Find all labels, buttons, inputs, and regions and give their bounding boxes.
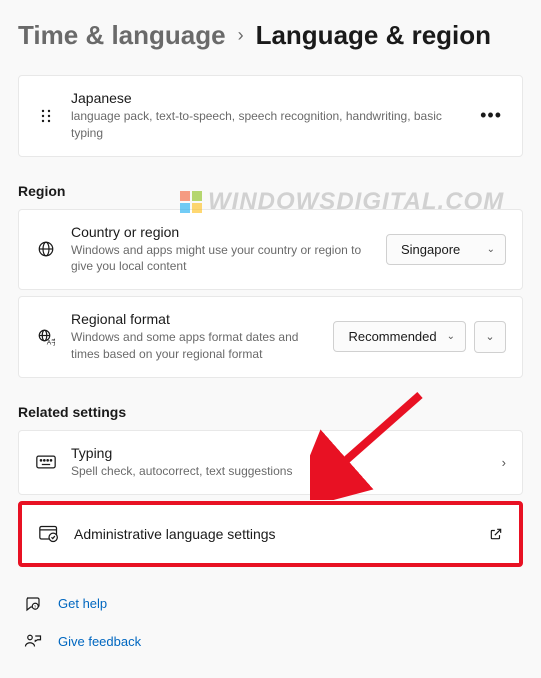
country-region-title: Country or region — [71, 224, 372, 240]
breadcrumb-current: Language & region — [256, 20, 491, 51]
breadcrumb: Time & language › Language & region — [18, 20, 523, 51]
feedback-icon — [22, 633, 44, 651]
help-icon: ? — [22, 595, 44, 613]
get-help-text: Get help — [58, 596, 107, 611]
format-select[interactable]: Recommended ⌄ — [333, 321, 466, 352]
language-item-card[interactable]: Japanese language pack, text-to-speech, … — [18, 75, 523, 157]
more-options-button[interactable]: ••• — [476, 101, 506, 130]
chevron-down-icon: ⌄ — [485, 330, 494, 343]
chevron-right-icon: › — [502, 455, 506, 470]
drag-handle-icon[interactable] — [35, 108, 57, 124]
chevron-down-icon: ⌄ — [487, 244, 495, 255]
regional-format-card: A字 Regional format Windows and some apps… — [18, 296, 523, 378]
breadcrumb-parent[interactable]: Time & language — [18, 20, 226, 51]
format-globe-icon: A字 — [35, 328, 57, 346]
country-select-value: Singapore — [401, 242, 460, 257]
expand-button[interactable]: ⌄ — [474, 321, 506, 353]
country-region-subtitle: Windows and apps might use your country … — [71, 242, 372, 276]
admin-language-title: Administrative language settings — [74, 526, 475, 542]
globe-icon — [35, 240, 57, 258]
regional-format-subtitle: Windows and some apps format dates and t… — [71, 329, 319, 363]
chevron-right-icon: › — [238, 25, 244, 46]
typing-card[interactable]: Typing Spell check, autocorrect, text su… — [18, 430, 523, 495]
chevron-down-icon: ⌄ — [447, 331, 455, 342]
related-settings-heading: Related settings — [18, 404, 523, 420]
get-help-link[interactable]: ? Get help — [18, 587, 523, 621]
typing-subtitle: Spell check, autocorrect, text suggestio… — [71, 463, 488, 480]
svg-text:A字: A字 — [47, 337, 55, 346]
give-feedback-text: Give feedback — [58, 634, 141, 649]
admin-settings-icon — [38, 525, 60, 543]
country-select[interactable]: Singapore ⌄ — [386, 234, 506, 265]
typing-title: Typing — [71, 445, 488, 461]
country-region-card: Country or region Windows and apps might… — [18, 209, 523, 291]
give-feedback-link[interactable]: Give feedback — [18, 625, 523, 659]
region-heading: Region — [18, 183, 523, 199]
format-select-value: Recommended — [348, 329, 436, 344]
regional-format-title: Regional format — [71, 311, 319, 327]
keyboard-icon — [35, 455, 57, 469]
external-link-icon — [489, 527, 503, 541]
language-features: language pack, text-to-speech, speech re… — [71, 108, 462, 142]
admin-language-card[interactable]: Administrative language settings — [18, 501, 523, 567]
language-name: Japanese — [71, 90, 462, 106]
